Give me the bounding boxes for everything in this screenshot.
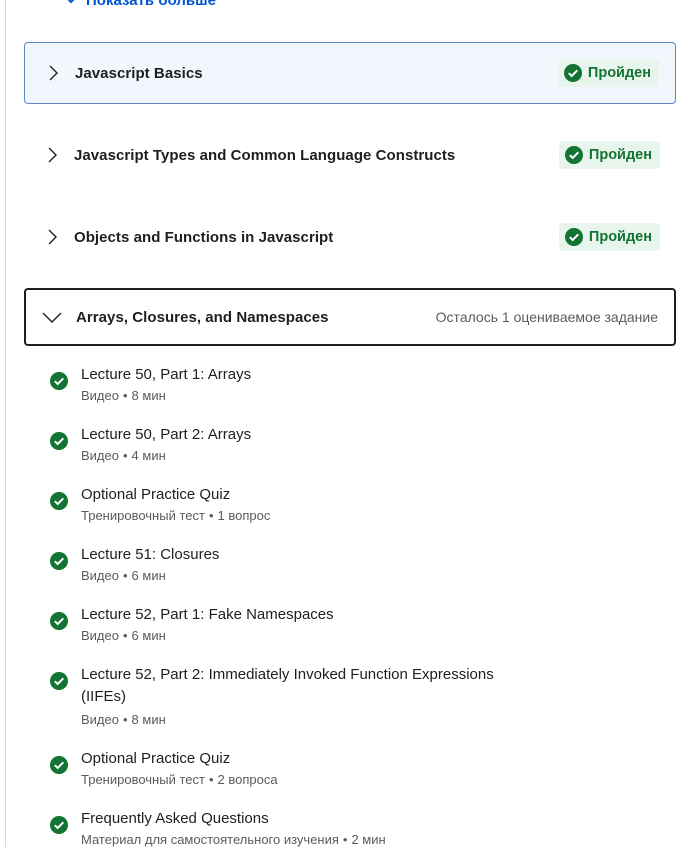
item-meta: Видео • 8 мин [81,388,166,403]
check-circle-icon [50,552,68,570]
check-circle-icon [50,672,68,690]
item-title: Lecture 52, Part 1: Fake Namespaces [81,606,334,623]
module-title: Javascript Basics [75,64,203,82]
item-title: Lecture 50, Part 1: Arrays [81,366,252,383]
item-meta: Видео • 6 мин [81,628,166,643]
item-title: Lecture 51: Closures [81,546,220,563]
item-meta: Тренировочный тест • 1 вопрос [81,508,271,523]
check-circle-icon [50,372,68,390]
chevron-down-icon [42,312,62,323]
check-circle-icon [564,146,583,164]
status-badge: Пройден [557,59,659,87]
item-title: Optional Practice Quiz [81,750,231,767]
item-meta: Тренировочный тест • 2 вопроса [81,772,278,787]
module-javascript-types[interactable]: Javascript Types and Common Language Con… [24,124,676,186]
status-badge: Пройден [558,223,660,251]
item-meta: Видео • 4 мин [81,448,166,463]
chevron-right-icon [49,65,58,81]
remaining-assignments: Осталось 1 оцениваемое задание [435,309,658,325]
chevron-down-icon [67,0,75,4]
show-more-label: Показать больше [86,0,216,9]
status-badge: Пройден [558,141,660,169]
check-circle-icon [50,492,68,510]
module-title: Javascript Types and Common Language Con… [74,146,456,164]
chevron-right-icon [48,229,57,245]
item-meta: Видео • 8 мин [81,712,166,727]
module-objects-functions[interactable]: Objects and Functions in Javascript Прой… [24,206,676,268]
check-circle-icon [50,816,68,834]
item-meta: Материал для самостоятельного изучения • 2… [81,832,386,847]
item-title: Frequently Asked Questions [81,810,269,827]
left-divider [5,0,6,847]
check-circle-icon [50,612,68,630]
status-label: Пройден [587,65,651,81]
check-circle-icon [564,228,583,246]
module-javascript-basics[interactable]: Javascript Basics Пройден [24,42,676,104]
chevron-right-icon [48,147,57,163]
item-meta: Видео • 6 мин [81,568,166,583]
item-title: Lecture 50, Part 2: Arrays [81,426,252,443]
module-title: Objects and Functions in Javascript [74,228,334,246]
show-more-link[interactable]: Показать больше [64,0,216,10]
check-circle-icon [563,64,582,82]
status-label: Пройден [588,229,652,245]
item-title: Lecture 52, Part 2: Immediately Invoked … [81,666,494,705]
status-label: Пройден [588,147,652,163]
module-arrays-closures[interactable]: Arrays, Closures, and Namespaces Осталос… [24,288,676,346]
item-title: Optional Practice Quiz [81,486,231,503]
module-title: Arrays, Closures, and Namespaces [76,308,329,326]
check-circle-icon [50,432,68,450]
check-circle-icon [50,756,68,774]
